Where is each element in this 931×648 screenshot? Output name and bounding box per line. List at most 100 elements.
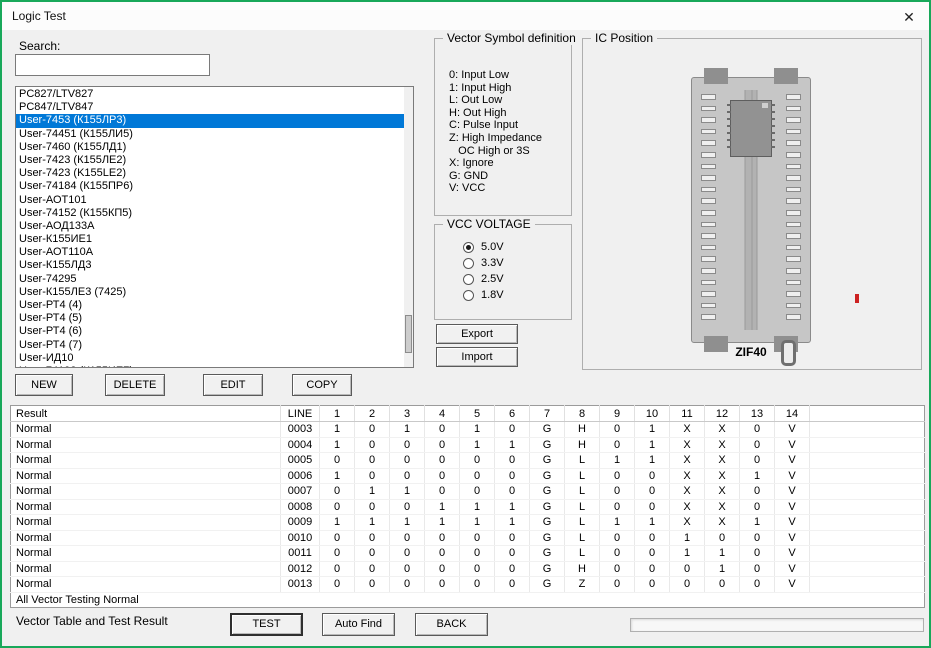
list-item[interactable]: User-7423 (К155ЛЕ2) <box>16 154 413 167</box>
column-header[interactable]: Result <box>11 406 281 422</box>
edit-button[interactable]: EDIT <box>203 374 263 396</box>
column-header[interactable]: LINE <box>281 406 320 422</box>
vcc-radio-option[interactable]: 3.3V <box>463 255 504 271</box>
table-row[interactable]: Normal0007011000GL00XX0V <box>11 484 925 500</box>
table-row[interactable]: Normal0005000000GL11XX0V <box>11 453 925 469</box>
column-header[interactable]: 5 <box>460 406 495 422</box>
vector-symbol-lines: 0: Input Low1: Input HighL: Out LowH: Ou… <box>449 69 542 195</box>
pin-cell: 1 <box>495 499 530 515</box>
table-row[interactable]: Normal0013000000GZ00000V <box>11 577 925 593</box>
pin-cell: V <box>775 530 810 546</box>
radio-button-icon[interactable] <box>463 290 474 301</box>
pin-cell: 0 <box>460 453 495 469</box>
table-row[interactable]: Normal0010000000GL00100V <box>11 530 925 546</box>
table-row[interactable]: Normal0011000000GL00110V <box>11 546 925 562</box>
pin-slot <box>786 210 801 216</box>
list-item[interactable]: User-АОД133А <box>16 220 413 233</box>
list-item[interactable]: PC847/LTV847 <box>16 101 413 114</box>
pin-slot <box>701 314 716 320</box>
export-button[interactable]: Export <box>436 324 518 344</box>
table-row[interactable]: Normal0003101010GH01XX0V <box>11 422 925 438</box>
radio-button-icon[interactable] <box>463 274 474 285</box>
table-row[interactable]: Normal0008000111GL00XX0V <box>11 499 925 515</box>
column-header[interactable]: 10 <box>635 406 670 422</box>
column-header[interactable]: 2 <box>355 406 390 422</box>
vcc-radio-option[interactable]: 5.0V <box>463 239 504 255</box>
pin-slot <box>701 187 716 193</box>
pin-cell: 1 <box>600 453 635 469</box>
column-header[interactable]: 8 <box>565 406 600 422</box>
radio-button-icon[interactable] <box>463 242 474 253</box>
copy-button[interactable]: COPY <box>292 374 352 396</box>
auto-find-button[interactable]: Auto Find <box>322 613 395 636</box>
list-item[interactable]: User-АОТ101 <box>16 194 413 207</box>
list-item[interactable]: User-7453 (К155ЛР3) <box>16 114 413 127</box>
column-header[interactable]: 9 <box>600 406 635 422</box>
table-row[interactable]: Normal0004100011GH01XX0V <box>11 437 925 453</box>
result-table[interactable]: ResultLINE1234567891011121314 Normal0003… <box>10 405 925 608</box>
ic-list[interactable]: PC827/LTV827PC847/LTV847User-7453 (К155Л… <box>15 86 414 368</box>
pin-slot <box>701 291 716 297</box>
list-item[interactable]: User-7423 (K155LE2) <box>16 167 413 180</box>
pin-cell: 0 <box>635 561 670 577</box>
pin-cell: H <box>565 561 600 577</box>
delete-button[interactable]: DELETE <box>105 374 165 396</box>
table-row[interactable]: Normal0012000000GH00010V <box>11 561 925 577</box>
list-item[interactable]: User-7460 (К155ЛД1) <box>16 141 413 154</box>
radio-option-label: 2.5V <box>481 273 504 285</box>
column-header[interactable]: 7 <box>530 406 565 422</box>
pin-cell: V <box>775 577 810 593</box>
list-item[interactable]: User-РТ4 (7) <box>16 339 413 352</box>
result-cell: Normal <box>11 453 281 469</box>
pin-cell: 1 <box>635 453 670 469</box>
pin-cell: L <box>565 499 600 515</box>
logic-test-dialog: Logic Test ✕ Search: PC827/LTV827PC847/L… <box>0 0 931 648</box>
list-item[interactable]: User-РТ4 (4) <box>16 299 413 312</box>
list-item[interactable]: User-74451 (К155ЛИ5) <box>16 128 413 141</box>
table-row[interactable]: Normal0006100000GL00XX1V <box>11 468 925 484</box>
table-row[interactable]: Normal0009111111GL11XX1V <box>11 515 925 531</box>
close-icon[interactable]: ✕ <box>897 7 921 27</box>
column-header[interactable]: 13 <box>740 406 775 422</box>
search-input[interactable] <box>15 54 210 76</box>
pin-cell: V <box>775 468 810 484</box>
list-item[interactable]: User-74193 (К155ИЕ7) <box>16 365 413 368</box>
list-item[interactable]: User-74184 (К155ПР6) <box>16 180 413 193</box>
new-button[interactable]: NEW <box>15 374 73 396</box>
list-item[interactable]: User-ИД10 <box>16 352 413 365</box>
list-scrollbar[interactable] <box>404 87 413 367</box>
radio-button-icon[interactable] <box>463 258 474 269</box>
column-header[interactable]: 12 <box>705 406 740 422</box>
test-button[interactable]: TEST <box>230 613 303 636</box>
socket-tab <box>704 68 728 84</box>
column-header[interactable]: 14 <box>775 406 810 422</box>
import-button[interactable]: Import <box>436 347 518 367</box>
pin-slot <box>786 256 801 262</box>
line-cell: 0009 <box>281 515 320 531</box>
list-item[interactable]: User-74152 (К155КП5) <box>16 207 413 220</box>
result-cell: Normal <box>11 437 281 453</box>
vcc-radio-option[interactable]: 2.5V <box>463 271 504 287</box>
pin-cell: 0 <box>600 484 635 500</box>
pin-cell: 0 <box>495 577 530 593</box>
column-header[interactable]: 6 <box>495 406 530 422</box>
list-item[interactable]: User-АОТ110А <box>16 246 413 259</box>
column-header[interactable]: 11 <box>670 406 705 422</box>
list-item[interactable]: User-74295 <box>16 273 413 286</box>
pin-cell: 0 <box>460 546 495 562</box>
scrollbar-thumb[interactable] <box>405 315 412 353</box>
vector-symbol-group: Vector Symbol definition 0: Input Low1: … <box>434 38 572 216</box>
list-item[interactable]: User-РТ4 (5) <box>16 312 413 325</box>
list-item[interactable]: User-К155ИЕ1 <box>16 233 413 246</box>
list-item[interactable]: PC827/LTV827 <box>16 88 413 101</box>
column-header[interactable]: 1 <box>320 406 355 422</box>
list-item[interactable]: User-К155ЛЕ3 (7425) <box>16 286 413 299</box>
pin-cell: 0 <box>355 453 390 469</box>
pin-cell: 0 <box>635 577 670 593</box>
list-item[interactable]: User-К155ЛД3 <box>16 259 413 272</box>
list-item[interactable]: User-РТ4 (6) <box>16 325 413 338</box>
vcc-radio-option[interactable]: 1.8V <box>463 287 504 303</box>
column-header[interactable]: 4 <box>425 406 460 422</box>
back-button[interactable]: BACK <box>415 613 488 636</box>
column-header[interactable]: 3 <box>390 406 425 422</box>
